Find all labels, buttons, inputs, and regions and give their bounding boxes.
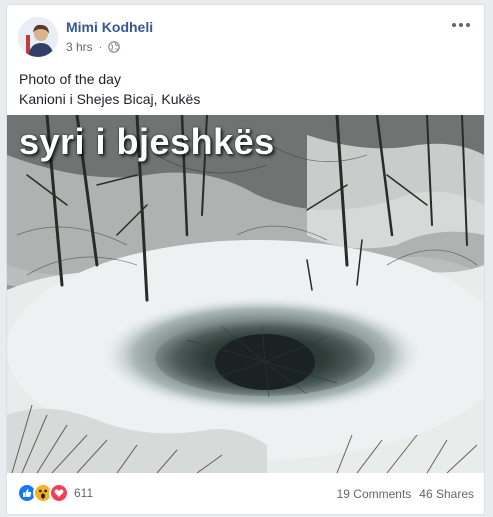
photo-caption-overlay: syri i bjeshkës (19, 121, 275, 162)
post-photo[interactable]: syri i bjeshkës (7, 115, 484, 473)
post-footer: 611 19 Comments 46 Shares (7, 475, 484, 513)
post-text: Photo of the day Kanioni i Shejes Bicaj,… (19, 69, 200, 109)
frozen-pond-image (7, 115, 484, 473)
post-card: Mimi Kodheli 3 hrs · Photo of the day Ka… (6, 4, 485, 515)
avatar[interactable] (18, 17, 58, 57)
dot-separator: · (98, 41, 103, 53)
love-icon[interactable] (49, 483, 69, 503)
more-options-icon[interactable] (450, 17, 472, 33)
post-timestamp[interactable]: 3 hrs (66, 40, 93, 54)
post-text-line: Photo of the day (19, 71, 121, 87)
author-name[interactable]: Mimi Kodheli (66, 19, 153, 35)
post-meta: 3 hrs · (66, 40, 120, 54)
shares-count[interactable]: 46 Shares (419, 487, 474, 501)
post-text-line: Kanioni i Shejes Bicaj, Kukës (19, 91, 201, 107)
reaction-count[interactable]: 611 (74, 486, 93, 500)
globe-icon[interactable] (108, 41, 120, 53)
engagement-stats: 19 Comments 46 Shares (337, 487, 474, 501)
comments-count[interactable]: 19 Comments (337, 487, 412, 501)
reactions-summary[interactable]: 611 (17, 483, 93, 503)
